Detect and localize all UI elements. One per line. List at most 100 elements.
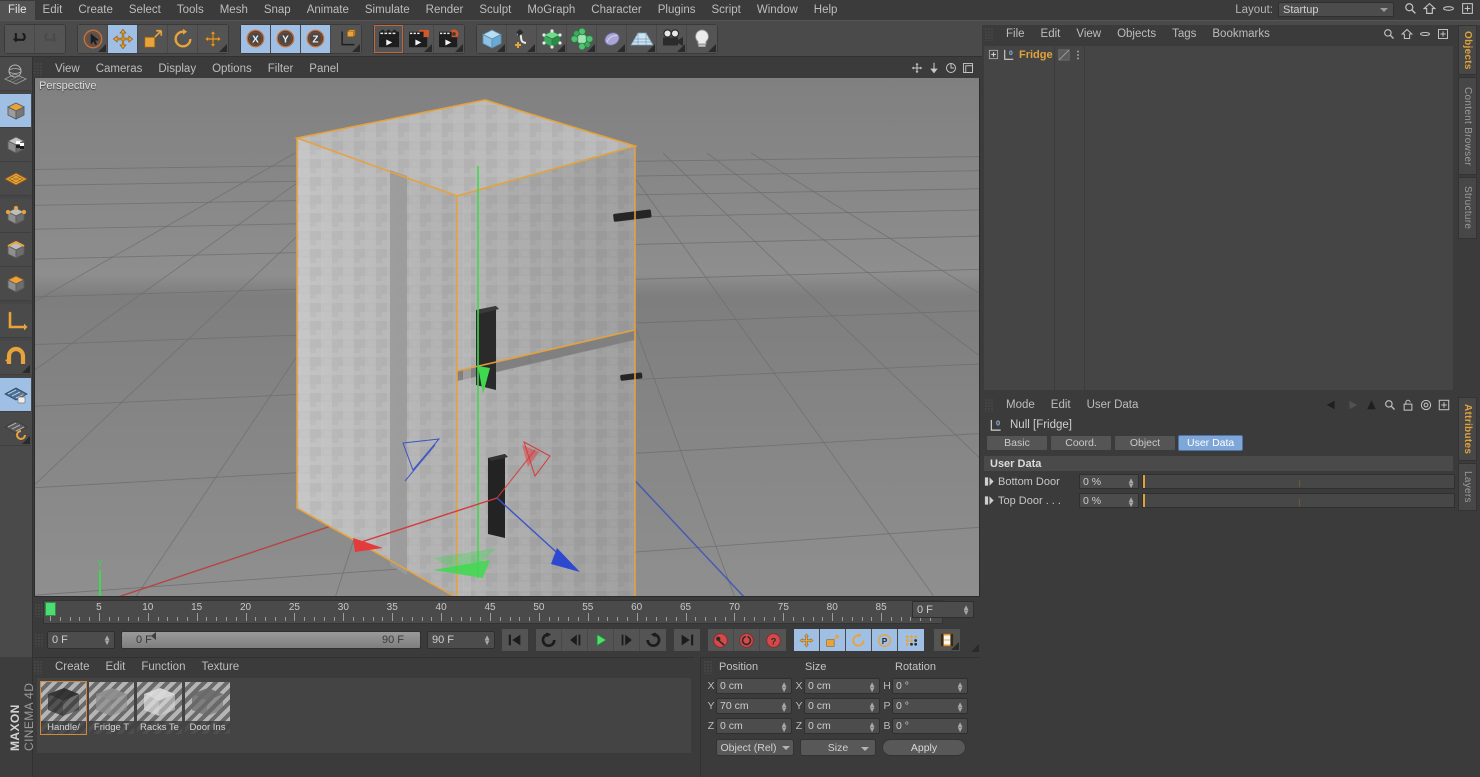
back-arrow-icon[interactable] [1325, 399, 1339, 411]
search-icon[interactable] [1384, 399, 1396, 411]
tab-user-data[interactable]: User Data [1178, 435, 1243, 451]
size-z-field[interactable]: 0 cm▲▼ [804, 718, 880, 734]
expand-icon[interactable] [1461, 2, 1474, 15]
lock-z-button[interactable]: Z [301, 25, 331, 53]
timeline-controls-grip[interactable] [35, 634, 44, 647]
keyframe-selection-button[interactable]: ? [760, 629, 786, 651]
menu-item-user-data[interactable]: User Data [1079, 396, 1147, 415]
layout-dropdown[interactable]: Startup [1278, 2, 1394, 17]
dock-tab-objects[interactable]: Objects [1458, 25, 1477, 75]
menu-item-mesh[interactable]: Mesh [212, 1, 256, 20]
floor-scene-button[interactable] [627, 25, 657, 53]
maximize-view-icon[interactable] [962, 62, 974, 74]
material-list[interactable]: Handle/Fridge TRacks TeDoor Ins [37, 678, 691, 753]
position-z-field[interactable]: 0 cm▲▼ [716, 718, 792, 734]
cube-primitive-button[interactable] [477, 25, 507, 53]
slider-handle[interactable] [1143, 475, 1145, 488]
minimize-icon[interactable] [1419, 28, 1431, 40]
axis-move-button[interactable] [198, 25, 228, 53]
tab-coord-[interactable]: Coord. [1050, 435, 1112, 451]
world-coordinate-button[interactable] [331, 25, 361, 53]
position-x-field[interactable]: 0 cm▲▼ [716, 678, 792, 694]
spinner-icon[interactable]: ▲▼ [780, 722, 788, 732]
user-data-slider[interactable] [1142, 493, 1455, 508]
undo-button[interactable] [5, 25, 35, 53]
coordinate-mode-dropdown[interactable]: Object (Rel) [716, 739, 794, 756]
add-icon[interactable] [1438, 399, 1450, 411]
parameter-key-button[interactable]: P [872, 629, 898, 651]
render-settings-button[interactable] [434, 25, 464, 53]
tag-dots-icon[interactable] [1075, 49, 1081, 61]
previous-keyframe-button[interactable] [536, 629, 562, 651]
menu-item-edit[interactable]: Edit [1043, 396, 1079, 415]
lock-icon[interactable] [1402, 399, 1414, 411]
menu-item-create[interactable]: Create [70, 1, 121, 20]
spinner-icon[interactable]: ▲▼ [1127, 497, 1135, 507]
menu-item-plugins[interactable]: Plugins [650, 1, 704, 20]
expand-toggle-icon[interactable] [988, 49, 999, 60]
spline-pen-button[interactable] [507, 25, 537, 53]
search-icon[interactable] [1383, 28, 1395, 40]
menu-item-character[interactable]: Character [583, 1, 650, 20]
workplane-globe-button[interactable] [0, 57, 31, 91]
rotate-view-icon[interactable] [945, 62, 957, 74]
lock-x-button[interactable]: X [241, 25, 271, 53]
menu-item-window[interactable]: Window [749, 1, 806, 20]
menu-item-panel[interactable]: Panel [301, 60, 346, 79]
menu-item-view[interactable]: View [1068, 25, 1109, 44]
select-tool-button[interactable] [78, 25, 108, 53]
camera-button[interactable] [657, 25, 687, 53]
menu-item-render[interactable]: Render [418, 1, 472, 20]
spinner-icon[interactable]: ▲▼ [483, 635, 491, 645]
material-grip[interactable] [34, 661, 43, 674]
current-frame-display[interactable]: 0 F ▲▼ [912, 601, 974, 618]
menu-item-cameras[interactable]: Cameras [88, 60, 151, 79]
spinner-icon[interactable]: ▲▼ [956, 682, 964, 692]
layer-tag-icon[interactable] [1058, 49, 1070, 61]
edge-mode-button[interactable] [0, 233, 31, 267]
step-back-button[interactable] [562, 629, 588, 651]
minimize-icon[interactable] [1442, 2, 1455, 15]
spinner-icon[interactable]: ▲▼ [956, 702, 964, 712]
home-icon[interactable] [1401, 28, 1413, 40]
rotate-tool-button[interactable] [168, 25, 198, 53]
forward-arrow-icon[interactable] [1345, 399, 1359, 411]
up-arrow-icon[interactable] [1365, 399, 1378, 411]
dock-tab-attributes[interactable]: Attributes [1458, 397, 1477, 461]
menu-item-animate[interactable]: Animate [299, 1, 357, 20]
parameter-icon[interactable] [984, 495, 995, 506]
axis-modify-button[interactable] [0, 304, 31, 338]
tab-basic[interactable]: Basic [986, 435, 1048, 451]
menu-item-snap[interactable]: Snap [256, 1, 299, 20]
parameter-icon[interactable] [984, 476, 995, 487]
material-swatch[interactable]: Fridge T [89, 682, 134, 734]
search-icon[interactable] [1404, 2, 1417, 15]
scale-tool-button[interactable] [138, 25, 168, 53]
frame-range-slider[interactable]: 0 F 90 F [121, 631, 421, 649]
light-button[interactable] [687, 25, 717, 53]
spinner-icon[interactable]: ▲▼ [780, 682, 788, 692]
menu-item-texture[interactable]: Texture [193, 658, 247, 677]
menu-item-bookmarks[interactable]: Bookmarks [1204, 25, 1278, 44]
model-mode-button[interactable] [0, 94, 31, 128]
size-x-field[interactable]: 0 cm▲▼ [804, 678, 880, 694]
spinner-icon[interactable]: ▲▼ [103, 635, 111, 645]
playhead-marker[interactable] [45, 602, 56, 616]
spinner-icon[interactable]: ▲▼ [956, 722, 964, 732]
environment-button[interactable] [597, 25, 627, 53]
spinner-icon[interactable]: ▲▼ [868, 682, 876, 692]
max-frame-field[interactable]: 90 F ▲▼ [427, 631, 495, 649]
dock-tab-structure[interactable]: Structure [1458, 177, 1477, 239]
deformer-button[interactable] [567, 25, 597, 53]
pan-view-icon[interactable] [911, 62, 923, 74]
rotation-p-field[interactable]: 0 °▲▼ [892, 698, 968, 714]
workplane-mode-button[interactable] [0, 162, 31, 196]
spinner-icon[interactable]: ▲▼ [868, 722, 876, 732]
render-view-button[interactable] [374, 25, 404, 53]
rotation-key-button[interactable] [846, 629, 872, 651]
menu-item-sculpt[interactable]: Sculpt [471, 1, 519, 20]
material-swatch[interactable]: Handle/ [41, 682, 86, 734]
menu-item-function[interactable]: Function [133, 658, 193, 677]
timeline-window-button[interactable] [934, 629, 960, 651]
menu-item-file[interactable]: File [0, 1, 35, 20]
